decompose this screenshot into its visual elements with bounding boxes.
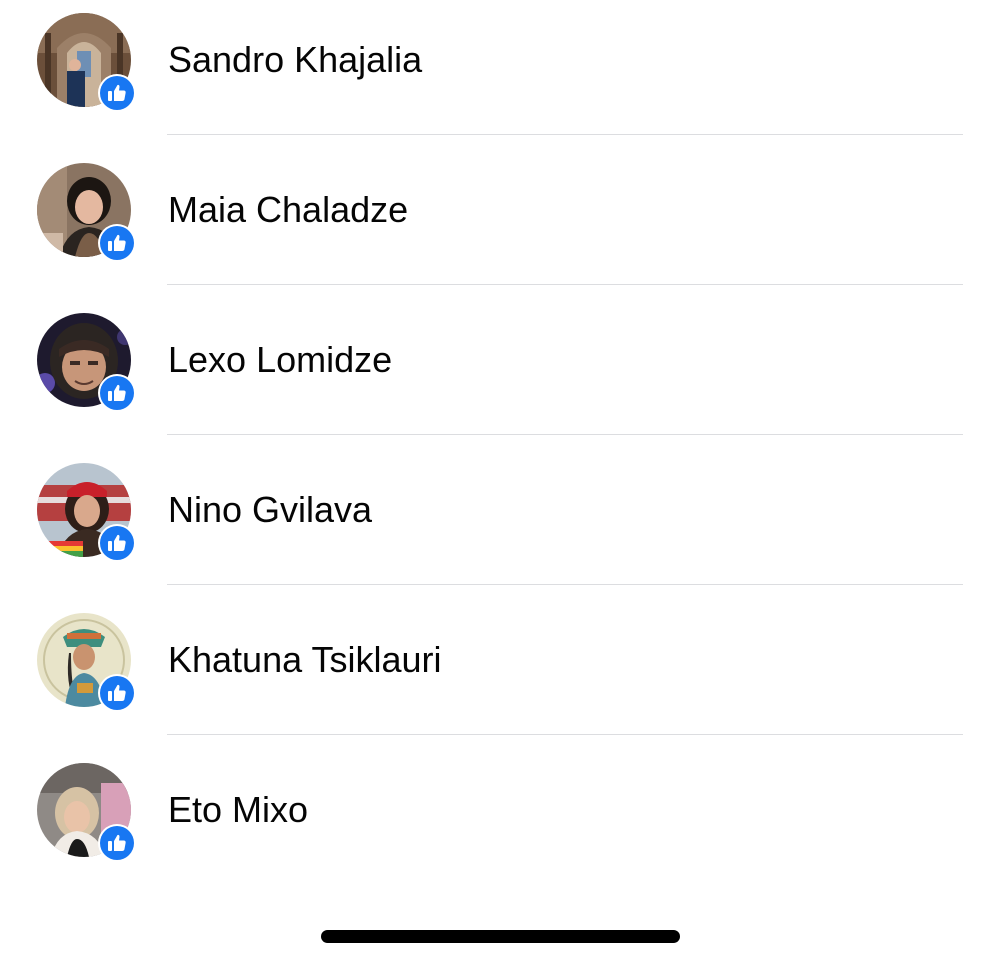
like-icon [100, 826, 134, 860]
divider [167, 584, 963, 585]
divider [167, 434, 963, 435]
person-name: Maia Chaladze [168, 189, 409, 230]
like-badge [98, 674, 136, 712]
home-indicator[interactable] [321, 930, 680, 943]
like-icon [100, 376, 134, 410]
divider [167, 734, 963, 735]
divider [167, 134, 963, 135]
list-item-person[interactable]: Khatuna Tsiklauri [0, 600, 1000, 750]
avatar-container [37, 463, 136, 562]
like-badge [98, 524, 136, 562]
avatar-container [37, 313, 136, 412]
like-icon [100, 676, 134, 710]
person-name: Lexo Lomidze [168, 339, 393, 380]
list-item-person[interactable]: Eto Mixo [0, 750, 1000, 900]
like-badge [98, 224, 136, 262]
list-item-person[interactable]: Sandro Khajalia [0, 0, 1000, 150]
person-name: Nino Gvilava [168, 489, 373, 530]
like-badge [98, 374, 136, 412]
person-name: Khatuna Tsiklauri [168, 639, 442, 680]
divider [167, 284, 963, 285]
avatar-container [37, 163, 136, 262]
like-icon [100, 76, 134, 110]
person-name: Eto Mixo [168, 789, 309, 830]
list-item-person[interactable]: Maia Chaladze [0, 150, 1000, 300]
like-badge [98, 74, 136, 112]
avatar-container [37, 13, 136, 112]
avatar-container [37, 763, 136, 862]
like-icon [100, 226, 134, 260]
list-item-person[interactable]: Nino Gvilava [0, 450, 1000, 600]
like-icon [100, 526, 134, 560]
avatar-container [37, 613, 136, 712]
person-name: Sandro Khajalia [168, 39, 423, 80]
list-item-person[interactable]: Lexo Lomidze [0, 300, 1000, 450]
like-badge [98, 824, 136, 862]
